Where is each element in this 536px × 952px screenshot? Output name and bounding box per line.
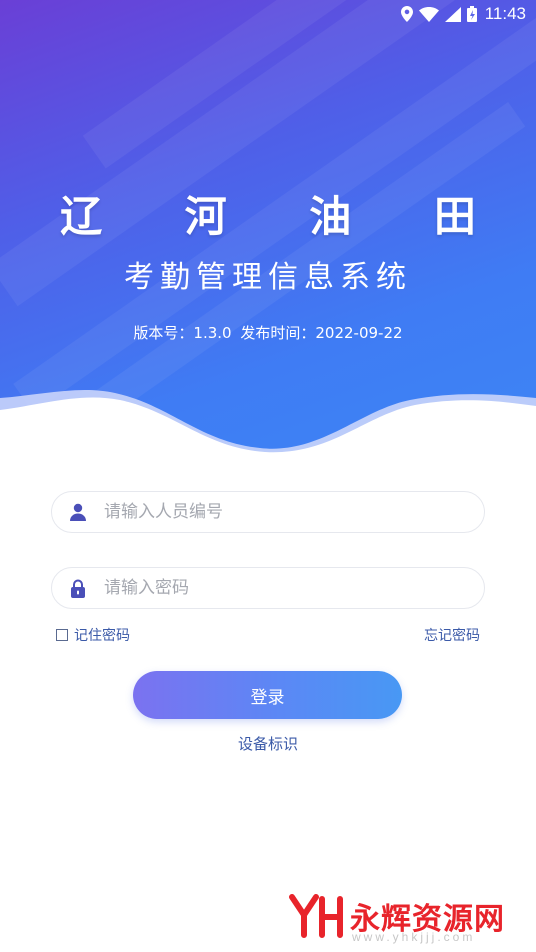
watermark-url: www.yhkjjj.com [352, 930, 476, 944]
version-label: 版本号：1.3.0 [133, 324, 232, 342]
device-id-link[interactable]: 设备标识 [0, 733, 536, 754]
password-input[interactable] [104, 578, 464, 598]
lock-icon [68, 578, 88, 598]
app-logo-title: 辽 河 油 田 [60, 192, 510, 241]
user-id-input[interactable] [104, 502, 464, 522]
watermark-logo [289, 894, 343, 938]
app-subtitle: 考勤管理信息系统 [124, 260, 412, 295]
release-date-label: 发布时间：2022-09-22 [240, 324, 403, 342]
user-id-field[interactable] [51, 491, 485, 533]
login-button[interactable]: 登录 [133, 671, 402, 719]
status-bar: 11:43 [0, 0, 536, 28]
remember-password[interactable]: 记住密码 [56, 625, 130, 645]
remember-checkbox[interactable] [56, 629, 68, 641]
remember-label: 记住密码 [74, 628, 130, 644]
status-time: 11:43 [484, 4, 526, 23]
battery-icon [466, 6, 477, 22]
header-banner: 11:43 辽 河 油 田 考勤管理信息系统 版本号：1.3.0 发布时间：20… [0, 0, 536, 470]
forgot-password-link[interactable]: 忘记密码 [424, 625, 480, 645]
version-info: 版本号：1.3.0 发布时间：2022-09-22 [0, 322, 536, 343]
user-icon [68, 502, 88, 522]
wifi-icon [418, 6, 439, 22]
password-field[interactable] [51, 567, 485, 609]
signal-icon [444, 6, 461, 22]
location-icon [400, 6, 413, 22]
